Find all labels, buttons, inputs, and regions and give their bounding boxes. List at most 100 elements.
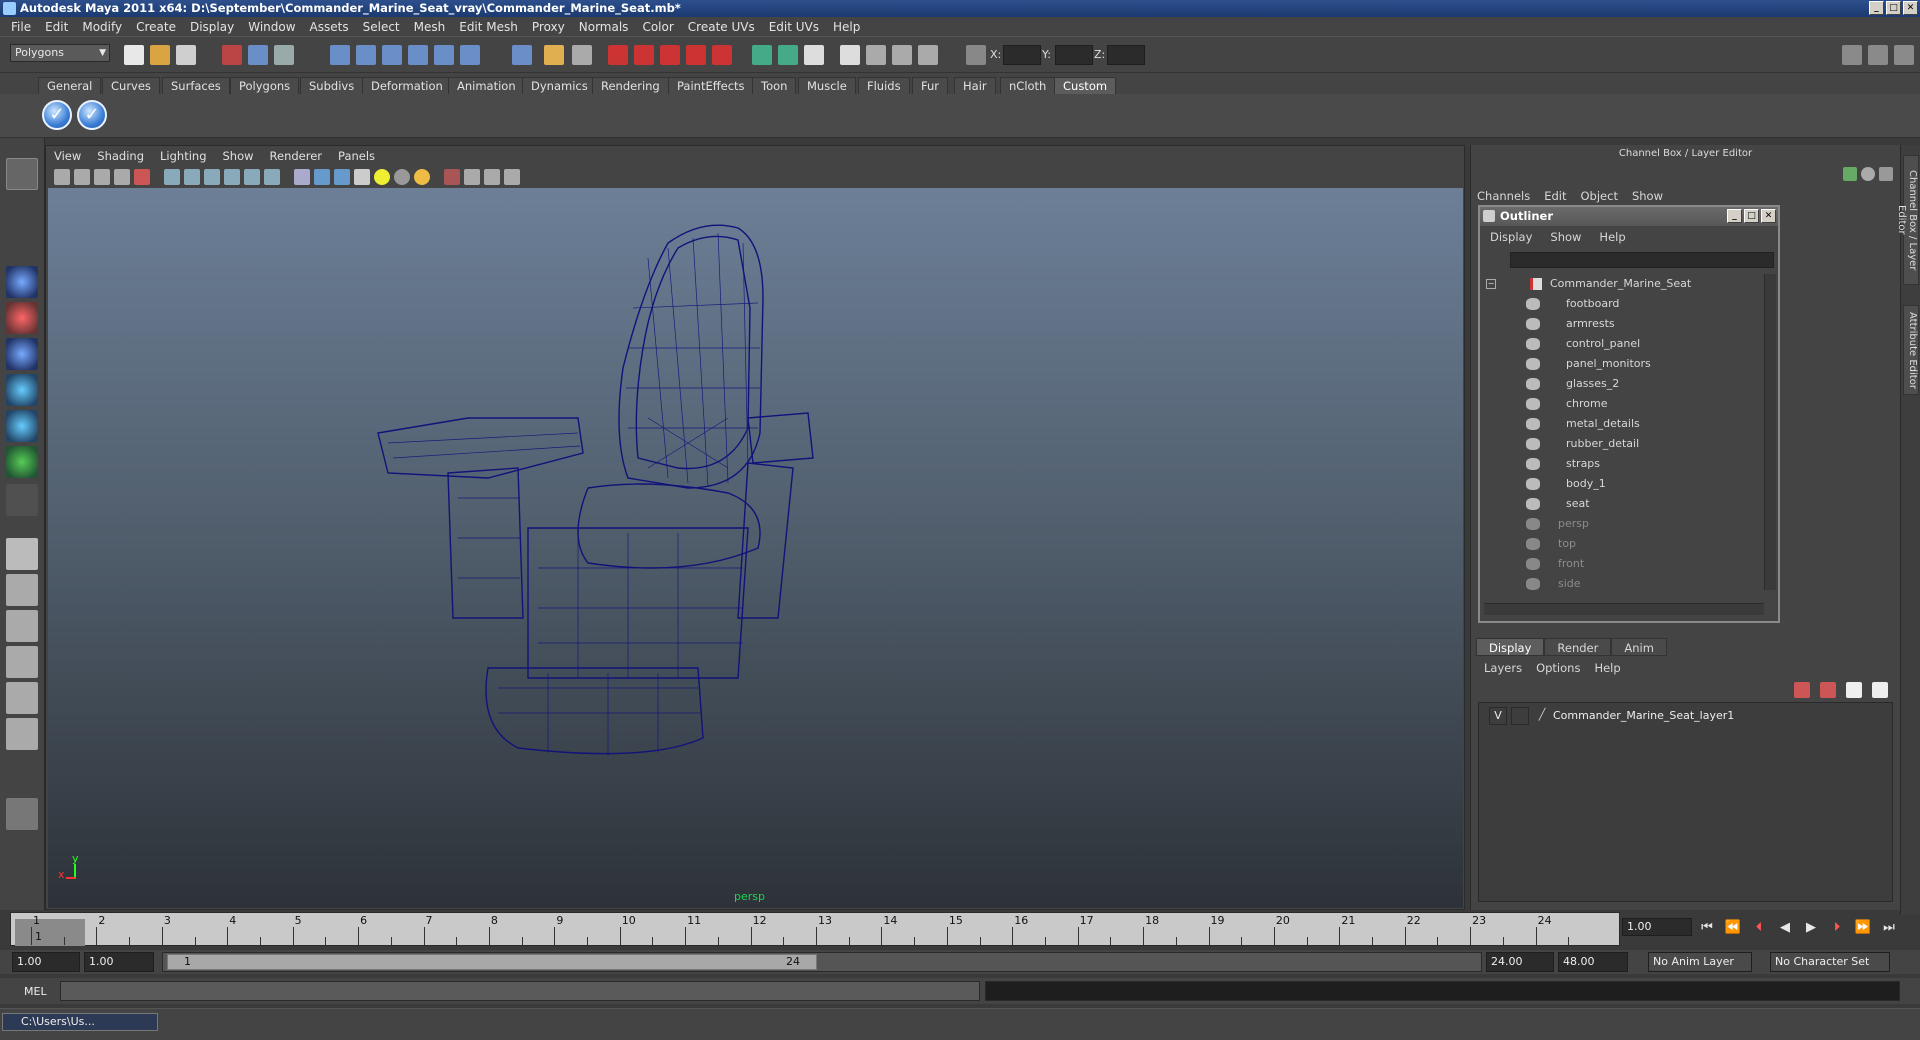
layer-tab-render[interactable]: Render	[1544, 638, 1612, 656]
step-back-frame-icon[interactable]: ⏴	[1748, 918, 1770, 938]
shelf-tab-polygons[interactable]: Polygons	[230, 77, 300, 94]
menu-edit-uvs[interactable]: Edit UVs	[762, 20, 826, 34]
menu-set-selector[interactable]: Polygons ▼	[10, 44, 110, 62]
select-by-hierarchy-icon[interactable]	[222, 45, 242, 65]
shelf-tab-deformation[interactable]: Deformation	[362, 77, 452, 94]
menu-normals[interactable]: Normals	[572, 20, 636, 34]
image-plane-icon[interactable]	[114, 169, 130, 185]
outliner-item-armrests[interactable]: armrests	[1484, 314, 1762, 334]
channel-menu-edit[interactable]: Edit	[1544, 189, 1566, 203]
lock-icon[interactable]	[544, 45, 564, 65]
camera-attributes-icon[interactable]	[840, 45, 860, 65]
high-quality-lighting-icon[interactable]	[414, 169, 430, 185]
shelf-tab-hair[interactable]: Hair	[954, 77, 996, 94]
move-layer-up-icon[interactable]	[1794, 682, 1810, 698]
smooth-shade-icon[interactable]	[314, 169, 330, 185]
menu-create-uvs[interactable]: Create UVs	[681, 20, 762, 34]
minimize-button[interactable]: _	[1869, 1, 1884, 15]
wireframe-icon[interactable]	[294, 169, 310, 185]
viewport-menu-panels[interactable]: Panels	[338, 149, 375, 163]
menu-file[interactable]: File	[4, 20, 38, 34]
outliner-item-metal-details[interactable]: metal_details	[1484, 414, 1762, 434]
layer-menu-options[interactable]: Options	[1536, 661, 1580, 675]
lasso-tool-icon[interactable]	[6, 194, 38, 226]
seat-wireframe-model[interactable]	[48, 188, 1463, 908]
collapse-icon[interactable]: −	[1486, 279, 1496, 289]
snap-view-icon[interactable]	[460, 45, 480, 65]
animation-start-field[interactable]: 1.00	[12, 952, 80, 972]
minimized-window-item[interactable]: C:\Users\Us...	[2, 1013, 158, 1031]
safe-action-icon[interactable]	[264, 169, 280, 185]
outliner-item-glasses-2[interactable]: glasses_2	[1484, 374, 1762, 394]
outliner-filter-input[interactable]	[1510, 252, 1774, 268]
layer-menu-help[interactable]: Help	[1594, 661, 1620, 675]
range-slider-track[interactable]: 1 24	[162, 952, 1482, 972]
xray-icon[interactable]	[464, 169, 480, 185]
outliner-item-rubber-detail[interactable]: rubber_detail	[1484, 434, 1762, 454]
snap-plane-icon[interactable]	[408, 45, 428, 65]
channel-box-icon[interactable]	[1879, 167, 1893, 181]
outliner-menu-show[interactable]: Show	[1550, 230, 1581, 244]
relative-transform-icon[interactable]	[778, 45, 798, 65]
shelf-tab-dynamics[interactable]: Dynamics	[522, 77, 597, 94]
shelf-tab-animation[interactable]: Animation	[448, 77, 525, 94]
outliner-item-panel-monitors[interactable]: panel_monitors	[1484, 354, 1762, 374]
shadows-icon[interactable]	[394, 169, 410, 185]
select-by-object-icon[interactable]	[248, 45, 268, 65]
shelf-tab-curves[interactable]: Curves	[102, 77, 160, 94]
outliner-close-button[interactable]: ✕	[1761, 209, 1776, 223]
snap-grid-icon[interactable]	[330, 45, 350, 65]
menu-select[interactable]: Select	[356, 20, 407, 34]
y-coord-field[interactable]	[1055, 45, 1093, 65]
new-layer-icon[interactable]	[1846, 682, 1862, 698]
shelf-tab-general[interactable]: General	[38, 77, 102, 94]
move-layer-down-icon[interactable]	[1820, 682, 1836, 698]
play-forwards-icon[interactable]: ▶	[1800, 918, 1822, 938]
outliner-horizontal-scrollbar[interactable]	[1484, 603, 1764, 615]
select-tool-icon[interactable]	[6, 158, 38, 190]
menu-edit-mesh[interactable]: Edit Mesh	[452, 20, 525, 34]
shelf-tab-painteffects[interactable]: PaintEffects	[668, 77, 754, 94]
anim-layer-selector[interactable]: No Anim Layer	[1648, 952, 1752, 972]
graph-editor-layout-icon[interactable]	[6, 718, 38, 750]
soft-mod-tool-icon[interactable]	[6, 410, 38, 442]
grid-icon[interactable]	[164, 169, 180, 185]
outliner-item-chrome[interactable]: chrome	[1484, 394, 1762, 414]
playback-end-field[interactable]: 24.00	[1486, 952, 1554, 972]
perspective-viewport[interactable]: y x persp	[48, 188, 1463, 908]
shelf-tab-surfaces[interactable]: Surfaces	[162, 77, 230, 94]
input-line-icon[interactable]	[752, 45, 772, 65]
play-backwards-icon[interactable]: ◀	[1774, 918, 1796, 938]
bookmark-icon[interactable]	[918, 45, 938, 65]
paint-select-tool-icon[interactable]	[6, 230, 38, 262]
channel-menu-object[interactable]: Object	[1581, 189, 1618, 203]
outliner-item-straps[interactable]: straps	[1484, 454, 1762, 474]
camera-attributes-panel-icon[interactable]	[74, 169, 90, 185]
shelf-tab-custom[interactable]: Custom	[1054, 77, 1117, 94]
outliner-item-top[interactable]: top	[1484, 534, 1762, 554]
menu-modify[interactable]: Modify	[75, 20, 129, 34]
outliner-item-body-1[interactable]: body_1	[1484, 474, 1762, 494]
custom-shelf-button-1[interactable]: ✓	[42, 100, 72, 130]
step-forward-frame-icon[interactable]: ⏵	[1826, 918, 1848, 938]
shelf-tab-fur[interactable]: Fur	[912, 77, 949, 94]
rotate-tool-icon[interactable]	[6, 302, 38, 334]
shelf-tab-muscle[interactable]: Muscle	[798, 77, 856, 94]
layer-display-type-toggle[interactable]	[1511, 707, 1529, 725]
mel-label[interactable]: MEL	[24, 985, 47, 998]
outliner-menu-display[interactable]: Display	[1490, 230, 1532, 244]
render-current-frame-icon[interactable]	[608, 45, 628, 65]
custom-shelf-button-2[interactable]: ✓	[77, 100, 107, 130]
z-coord-field[interactable]	[1107, 45, 1145, 65]
attribute-editor-icon[interactable]	[1861, 167, 1875, 181]
side-tab-channel-box[interactable]: Channel Box / Layer Editor	[1896, 155, 1919, 285]
viewport-menu-renderer[interactable]: Renderer	[270, 149, 323, 163]
last-tool-icon[interactable]	[6, 484, 38, 516]
ipr-render-icon[interactable]	[634, 45, 654, 65]
channel-menu-show[interactable]: Show	[1632, 189, 1663, 203]
outliner-maximize-button[interactable]: □	[1744, 209, 1759, 223]
x-coord-field[interactable]	[1003, 45, 1041, 65]
go-to-end-icon[interactable]: ⏭	[1878, 918, 1900, 938]
field-chart-icon[interactable]	[244, 169, 260, 185]
playback-start-field[interactable]: 1.00	[84, 952, 154, 972]
